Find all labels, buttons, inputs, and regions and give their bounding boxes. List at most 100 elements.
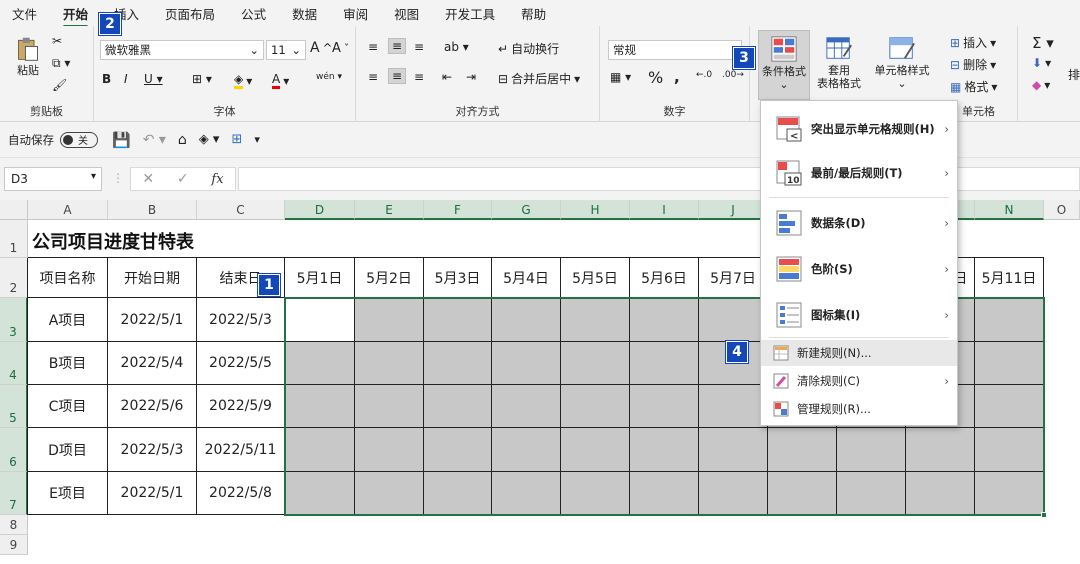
bold-button[interactable]: B (102, 72, 111, 86)
row-header-2[interactable]: 2 (0, 258, 28, 298)
gantt-cell[interactable] (492, 342, 561, 385)
save-icon[interactable]: 💾 (112, 131, 131, 149)
copy-icon[interactable]: ⧉ ▾ (52, 56, 70, 71)
highlight-rules-item[interactable]: < 突出显示单元格规则(H) › (761, 113, 957, 145)
decrease-indent-icon[interactable]: ⇤ (442, 70, 452, 84)
undo-icon[interactable]: ↶ ▾ (143, 132, 166, 148)
sort-filter-label[interactable]: 排 (1068, 66, 1080, 83)
format-cells-button[interactable]: ▦ 格式 ▾ (950, 78, 997, 95)
align-left-icon[interactable]: ≡ (368, 70, 378, 84)
gantt-cell[interactable] (355, 385, 424, 428)
header-cell[interactable]: 开始日期 (108, 258, 197, 298)
column-header-i[interactable]: I (630, 200, 699, 220)
gantt-cell[interactable] (906, 428, 975, 472)
comma-icon[interactable]: , (674, 68, 680, 86)
align-right-icon[interactable]: ≡ (414, 70, 424, 84)
data-cell[interactable]: B项目 (28, 342, 108, 385)
gantt-cell[interactable] (561, 385, 630, 428)
data-cell[interactable]: 2022/5/4 (108, 342, 197, 385)
data-cell[interactable]: C项目 (28, 385, 108, 428)
gantt-cell[interactable] (492, 472, 561, 515)
gantt-cell[interactable] (424, 342, 492, 385)
row-header-6[interactable]: 6 (0, 428, 28, 472)
row-header-1[interactable]: 1 (0, 220, 28, 258)
row-header-5[interactable]: 5 (0, 385, 28, 428)
gantt-cell[interactable] (699, 472, 768, 515)
data-cell[interactable]: D项目 (28, 428, 108, 472)
data-cell[interactable]: E项目 (28, 472, 108, 515)
gantt-cell[interactable] (492, 385, 561, 428)
font-name-select[interactable]: 微软雅黑 ⌄ (100, 40, 264, 60)
gantt-cell[interactable] (975, 342, 1044, 385)
tab-file[interactable]: 文件 (12, 4, 37, 23)
gantt-cell[interactable] (975, 385, 1044, 428)
data-bars-item[interactable]: 数据条(D) › (761, 207, 957, 239)
gantt-cell[interactable] (630, 428, 699, 472)
date-header-cell[interactable]: 5月4日 (492, 258, 561, 298)
tab-data[interactable]: 数据 (292, 4, 317, 23)
increase-decimal-icon[interactable]: ←.0 (696, 70, 712, 80)
date-header-cell[interactable]: 5月3日 (424, 258, 492, 298)
gantt-cell[interactable] (492, 298, 561, 342)
print-preview-icon[interactable]: ⌂ (178, 132, 187, 148)
gantt-cell[interactable] (975, 428, 1044, 472)
cell-styles-button[interactable]: 单元格样式 ⌄ (868, 34, 936, 90)
gantt-cell[interactable] (768, 428, 837, 472)
gantt-cell[interactable] (699, 298, 768, 342)
date-header-cell[interactable]: 5月7日 (699, 258, 768, 298)
gantt-cell[interactable] (630, 385, 699, 428)
select-all-corner[interactable] (0, 200, 28, 220)
fill-color-qat-icon[interactable]: ◈ ▾ (199, 132, 220, 147)
align-middle-icon[interactable]: ≡ (388, 38, 407, 54)
gantt-cell[interactable] (492, 428, 561, 472)
wrap-text-button[interactable]: ↵ 自动换行 (498, 40, 559, 57)
top-bottom-rules-item[interactable]: 10 最前/最后规则(T) › (761, 157, 957, 189)
tab-page-layout[interactable]: 页面布局 (165, 4, 215, 23)
gantt-cell[interactable] (561, 342, 630, 385)
manage-rules-item[interactable]: 管理规则(R)... (761, 396, 957, 422)
date-header-cell[interactable]: 5月6日 (630, 258, 699, 298)
cancel-icon[interactable]: ✕ (142, 171, 154, 187)
gantt-cell[interactable] (285, 385, 355, 428)
column-header-n[interactable]: N (975, 200, 1044, 220)
tab-formulas[interactable]: 公式 (241, 4, 266, 23)
date-header-cell[interactable]: 5月11日 (975, 258, 1044, 298)
format-painter-icon[interactable]: 🖌 (52, 78, 67, 92)
decrease-font-icon[interactable]: Aˇ (332, 41, 349, 56)
column-header-o[interactable]: O (1044, 200, 1080, 220)
cut-icon[interactable]: ✂ (52, 34, 62, 48)
decrease-decimal-icon[interactable]: .00→ (722, 70, 744, 80)
gantt-cell[interactable] (285, 298, 355, 342)
data-cell[interactable]: 2022/5/11 (197, 428, 285, 472)
gantt-cell[interactable] (424, 472, 492, 515)
column-header-e[interactable]: E (355, 200, 424, 220)
gantt-cell[interactable] (837, 428, 906, 472)
delete-cells-button[interactable]: ⊟ 删除 ▾ (950, 56, 996, 73)
clear-rules-item[interactable]: 清除规则(C) › (761, 368, 957, 394)
underline-button[interactable]: U ▾ (144, 72, 163, 86)
gantt-cell[interactable] (561, 472, 630, 515)
column-header-g[interactable]: G (492, 200, 561, 220)
data-cell[interactable]: 2022/5/8 (197, 472, 285, 515)
phonetic-icon[interactable]: wén ▾ (316, 72, 342, 82)
tab-review[interactable]: 审阅 (343, 4, 368, 23)
align-bottom-icon[interactable]: ≡ (414, 40, 424, 54)
paste-button[interactable]: 粘贴 (8, 34, 48, 77)
customize-qat-icon[interactable]: ▾ (254, 133, 260, 146)
column-header-b[interactable]: B (108, 200, 197, 220)
format-as-table-button[interactable]: 套用 表格格式 (814, 34, 864, 90)
row-header-3[interactable]: 3 (0, 298, 28, 342)
gantt-cell[interactable] (837, 472, 906, 515)
gantt-cell[interactable] (285, 428, 355, 472)
orientation-icon[interactable]: ab ▾ (444, 40, 469, 54)
row-header-8[interactable]: 8 (0, 515, 28, 535)
insert-cells-button[interactable]: ⊞ 插入 ▾ (950, 34, 996, 51)
data-cell[interactable]: 2022/5/6 (108, 385, 197, 428)
color-scales-item[interactable]: 色阶(S) › (761, 253, 957, 285)
gantt-cell[interactable] (906, 472, 975, 515)
header-cell[interactable]: 项目名称 (28, 258, 108, 298)
gantt-cell[interactable] (355, 472, 424, 515)
border-icon[interactable]: ⊞ ▾ (192, 72, 212, 86)
tab-view[interactable]: 视图 (394, 4, 419, 23)
percent-icon[interactable]: % (648, 68, 663, 87)
